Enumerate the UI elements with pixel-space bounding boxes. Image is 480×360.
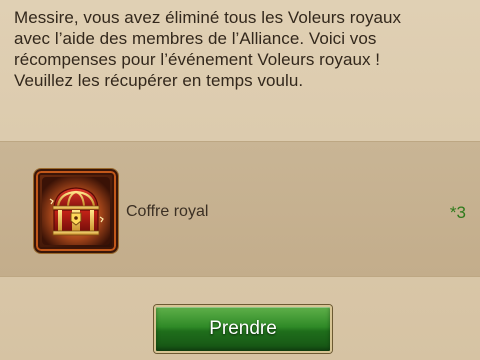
- take-button-label: Prendre: [209, 318, 277, 339]
- message-line: avec l’aide des membres de l’Alliance. V…: [14, 29, 377, 48]
- message-line: Veuillez les récupérer en temps voulu.: [14, 71, 304, 90]
- reward-item-name: Coffre royal: [126, 203, 209, 220]
- reward-message: Messire, vous avez éliminé tous les Vole…: [14, 7, 474, 91]
- reward-list: Coffre royal *3: [0, 141, 480, 277]
- reward-dialog: Messire, vous avez éliminé tous les Vole…: [0, 0, 480, 360]
- message-line: Messire, vous avez éliminé tous les Vole…: [14, 8, 402, 27]
- take-button[interactable]: Prendre: [154, 305, 332, 353]
- reward-item-count: *3: [449, 203, 466, 222]
- reward-item-slot[interactable]: [34, 169, 118, 253]
- message-line: récompenses pour l’événement Voleurs roy…: [14, 50, 381, 69]
- treasure-chest-icon: [42, 177, 110, 245]
